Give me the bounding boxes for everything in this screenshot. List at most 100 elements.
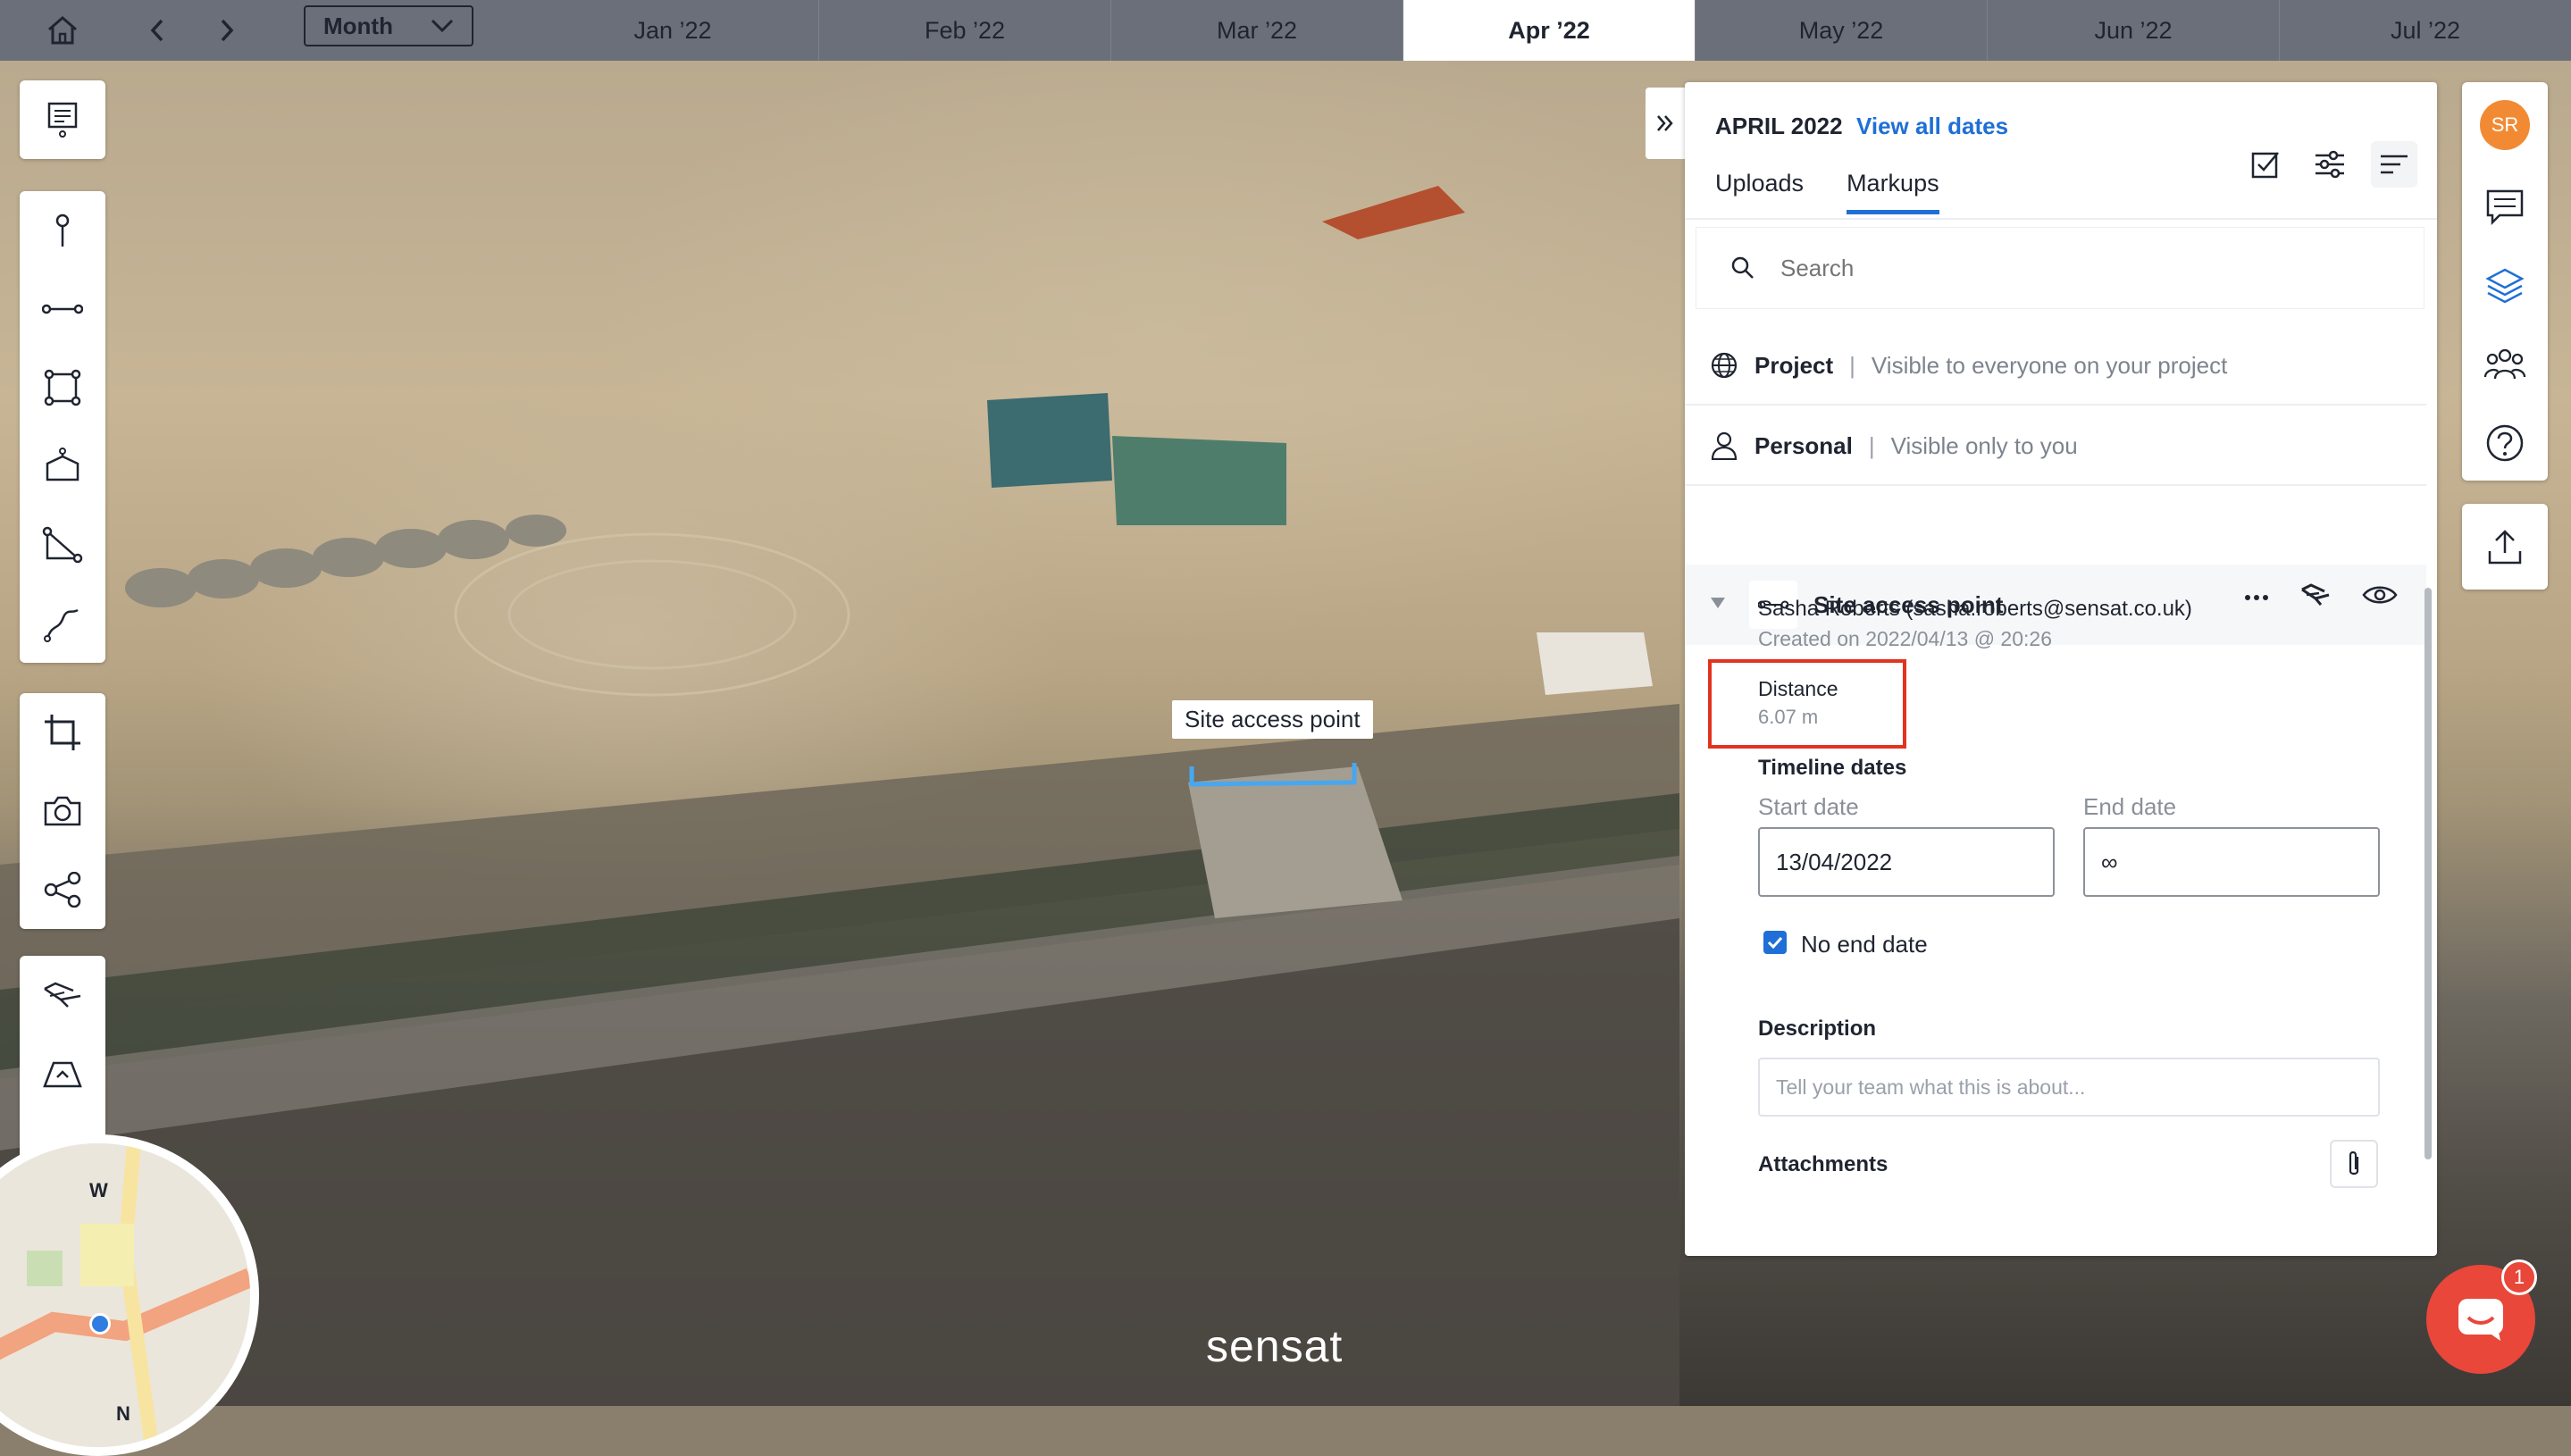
avatar: SR [2480,100,2530,150]
upload-button[interactable] [2462,504,2548,590]
layers-flyover-icon [44,982,81,1008]
chevron-left-icon [150,19,163,42]
crop-tool-button[interactable] [20,693,105,772]
comment-pin-icon [47,102,78,138]
home-button[interactable] [39,13,86,48]
timeline-dates-label: Timeline dates [1758,756,1907,780]
start-date-input[interactable]: 13/04/2022 [1758,827,2055,897]
markup-actions [2244,582,2398,612]
markup-created: Created on 2022/04/13 @ 20:26 [1758,627,2052,650]
comment-pin-button[interactable] [20,80,105,159]
period-select[interactable]: Month [304,5,473,46]
globe-icon [1706,351,1742,380]
no-end-date-checkbox[interactable] [1763,931,1787,954]
distance-label: Distance [1758,677,1838,700]
double-chevron-right-icon [1657,115,1673,131]
description-label: Description [1758,1017,1877,1041]
separator: | [1868,431,1875,459]
perspective-button[interactable] [20,1034,105,1113]
prev-period-button[interactable] [139,13,175,48]
comments-button[interactable] [2462,168,2548,247]
project-scope-row[interactable]: Project | Visible to everyone on your pr… [1685,327,2426,406]
month-list: Jan ’22 Feb ’22 Mar ’22 Apr ’22 May ’22 … [527,0,2571,61]
attachments-label: Attachments [1758,1152,1888,1176]
add-attachment-button[interactable] [2330,1140,2378,1188]
header-divider [1685,218,2437,220]
notification-badge: 1 [2501,1259,2537,1295]
screenshot-button[interactable] [20,772,105,850]
area-tool-button[interactable] [20,348,105,427]
current-location-marker [89,1313,111,1335]
personal-scope-description: Visible only to you [1890,431,2078,459]
panel-tabs: Uploads Markups [1715,170,1939,214]
fly-to-icon[interactable] [2299,582,2332,612]
filter-button[interactable] [2307,141,2353,188]
height-icon [42,526,83,564]
personal-scope-row[interactable]: Personal | Visible only to you [1685,407,2426,486]
panel-header-actions [2242,141,2417,188]
timeline-bar: Month Jan ’22 Feb ’22 Mar ’22 Apr ’22 Ma… [0,0,2571,61]
comments-icon [2486,189,2524,226]
month-apr[interactable]: Apr ’22 [1403,0,1696,61]
profile-tool-button[interactable] [20,584,105,663]
distance-value: 6.07 m [1758,706,1819,728]
home-icon [48,16,77,45]
camera-icon [44,796,81,826]
view-tool-group [20,693,105,929]
markup-search [1696,227,2424,309]
layers-button[interactable] [2462,247,2548,325]
next-period-button[interactable] [209,13,245,48]
height-tool-button[interactable] [20,506,105,584]
month-jul[interactable]: Jul ’22 [2280,0,2571,61]
line-tool-button[interactable] [20,270,105,348]
eye-icon[interactable] [2362,583,2398,611]
help-icon [2486,424,2524,462]
end-date-label: End date [2083,793,2177,820]
volume-icon [46,448,80,481]
month-may[interactable]: May ’22 [1696,0,1988,61]
month-jun[interactable]: Jun ’22 [1988,0,2280,61]
sort-icon [2381,155,2408,174]
collapse-panel-button[interactable] [1646,88,1685,159]
point-tool-button[interactable] [20,191,105,270]
month-feb[interactable]: Feb ’22 [819,0,1111,61]
chat-icon [2458,1299,2503,1341]
description-input[interactable]: Tell your team what this is about... [1758,1058,2380,1117]
user-menu[interactable]: SR [2462,82,2548,168]
minimap-roads [0,1143,250,1447]
sort-button[interactable] [2371,141,2417,188]
tab-uploads[interactable]: Uploads [1715,170,1804,214]
month-mar[interactable]: Mar ’22 [1111,0,1403,61]
flyover-button[interactable] [20,956,105,1034]
markup-scene-label[interactable]: Site access point [1172,700,1373,739]
measure-tool-group [20,191,105,663]
search-input[interactable] [1779,253,2318,283]
more-options-icon[interactable] [2244,590,2269,606]
share-icon [44,872,81,908]
upload-icon [2488,530,2522,565]
team-button[interactable] [2462,325,2548,404]
line-icon [42,304,83,314]
personal-scope-title: Personal [1754,431,1853,459]
select-markups-button[interactable] [2242,141,2289,188]
compass-view-icon [43,1061,82,1088]
end-date-input[interactable]: ∞ [2083,827,2380,897]
view-all-dates-link[interactable]: View all dates [1856,113,2008,140]
share-button[interactable] [20,850,105,929]
panel-scrollbar[interactable] [2424,588,2432,1159]
month-jan[interactable]: Jan ’22 [527,0,819,61]
chevron-right-icon [221,19,234,42]
volume-tool-button[interactable] [20,427,105,506]
crop-icon [45,715,80,750]
tab-markups[interactable]: Markups [1847,170,1939,214]
paperclip-icon [2349,1151,2359,1176]
right-rail: SR [2462,82,2548,481]
panel-date-heading: APRIL 2022 [1715,113,1843,139]
search-icon [1716,255,1770,280]
help-button[interactable] [2462,404,2548,482]
area-icon [44,369,81,406]
compass-west-label: W [89,1179,108,1201]
start-date-label: Start date [1758,793,1859,820]
person-icon [1706,431,1742,460]
collapse-caret-icon[interactable] [1710,597,1726,614]
